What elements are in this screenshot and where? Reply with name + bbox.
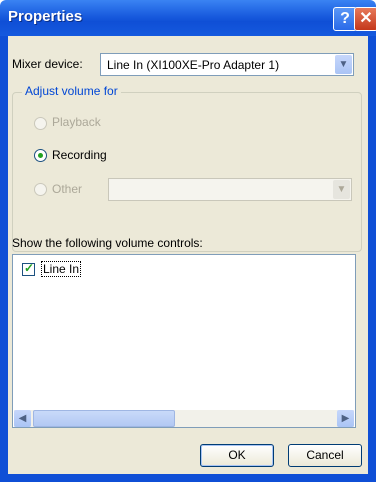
- radio-selected-dot: [38, 153, 43, 158]
- properties-dialog: Properties ? ✕ Mixer device: Line In (XI…: [0, 0, 376, 482]
- playback-label: Playback: [52, 115, 101, 129]
- playback-radio[interactable]: [34, 117, 47, 130]
- dialog-body: Mixer device: Line In (XI100XE-Pro Adapt…: [8, 36, 368, 474]
- volume-controls-list[interactable]: ✓ Line In ◀ ▶: [12, 254, 356, 428]
- mixer-device-value: Line In (XI100XE-Pro Adapter 1): [107, 58, 280, 72]
- other-label: Other: [52, 182, 83, 196]
- window-frame-right: [368, 36, 376, 482]
- scroll-thumb[interactable]: [33, 410, 175, 427]
- scroll-left-icon[interactable]: ◀: [14, 410, 31, 427]
- help-icon: ?: [340, 10, 350, 27]
- recording-label: Recording: [52, 148, 107, 162]
- mixer-device-label: Mixer device:: [12, 57, 83, 71]
- adjust-volume-legend: Adjust volume for: [22, 84, 121, 98]
- dialog-title: Properties: [8, 8, 83, 25]
- cancel-button[interactable]: Cancel: [288, 444, 362, 467]
- volume-controls-label: Show the following volume controls:: [12, 236, 203, 250]
- mixer-device-select[interactable]: Line In (XI100XE-Pro Adapter 1) ▼: [100, 53, 354, 76]
- line-in-item-label: Line In: [41, 261, 82, 277]
- other-radio[interactable]: [34, 183, 47, 196]
- window-frame-bottom: [0, 474, 376, 482]
- chevron-down-icon[interactable]: ▼: [335, 55, 352, 74]
- chevron-down-icon[interactable]: ▼: [333, 180, 350, 199]
- title-bar[interactable]: Properties ? ✕: [0, 0, 376, 36]
- horizontal-scrollbar[interactable]: ◀ ▶: [14, 410, 354, 427]
- close-button[interactable]: ✕: [354, 7, 376, 31]
- ok-button[interactable]: OK: [200, 444, 274, 467]
- window-frame-left: [0, 36, 8, 482]
- check-icon: ✓: [24, 261, 35, 275]
- recording-radio[interactable]: [34, 149, 47, 162]
- scroll-right-icon[interactable]: ▶: [337, 410, 354, 427]
- close-icon: ✕: [359, 10, 373, 27]
- other-device-select[interactable]: ▼: [108, 178, 352, 201]
- line-in-checkbox[interactable]: ✓: [22, 261, 35, 276]
